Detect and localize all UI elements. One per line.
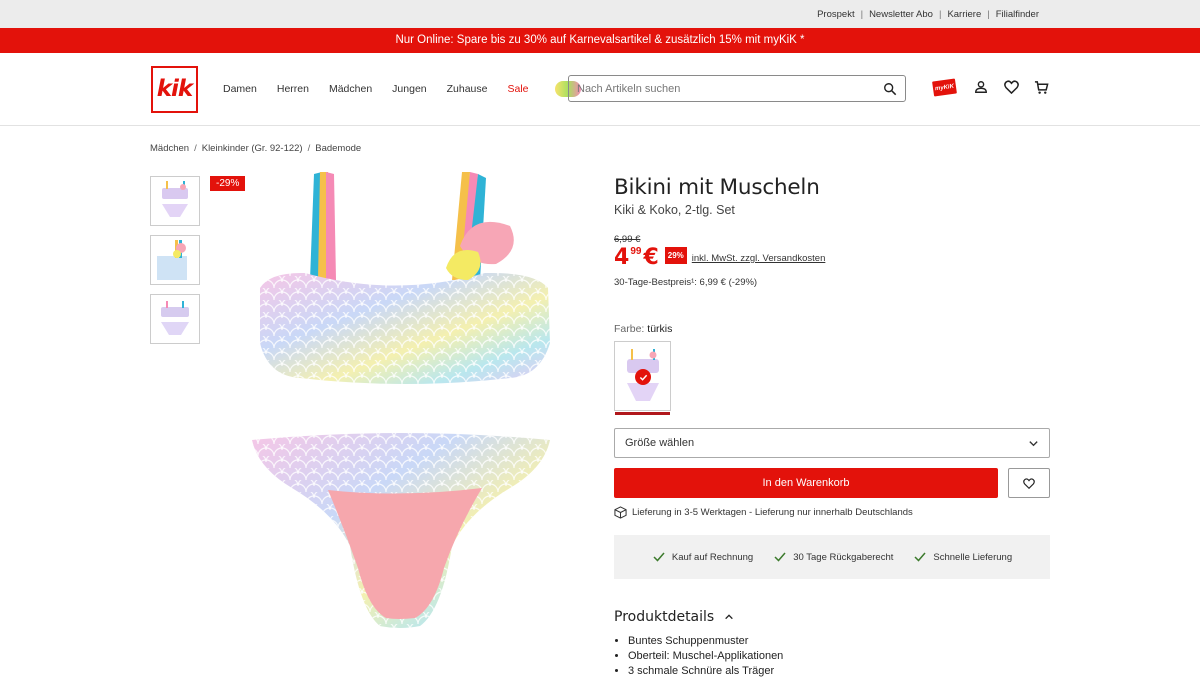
search-icon[interactable] [883, 82, 897, 96]
add-to-cart-button[interactable]: In den Warenkorb [614, 468, 998, 498]
nav-item-damen[interactable]: Damen [223, 83, 257, 95]
product-title: Bikini mit Muscheln [614, 175, 820, 200]
best-price-note: 30-Tage-Bestpreis¹: 6,99 € (-29%) [614, 277, 758, 288]
bikini-back-thumbnail-image [161, 301, 189, 335]
chevron-up-icon [725, 614, 734, 620]
thumbnail-1[interactable] [150, 176, 200, 226]
benefit-label: Schnelle Lieferung [933, 551, 1013, 563]
kik-logo[interactable]: kik [151, 65, 198, 113]
list-item: Buntes Schuppenmuster [628, 634, 1050, 649]
cart-row: In den Warenkorb [614, 468, 1050, 498]
breadcrumb-item[interactable]: Mädchen [150, 143, 189, 154]
benefit-label: 30 Tage Rückgaberecht [793, 551, 894, 563]
nav-item-sale[interactable]: Sale [508, 83, 529, 95]
utility-link-prospekt[interactable]: Prospekt [811, 9, 861, 20]
nav-item-herren[interactable]: Herren [277, 83, 309, 95]
delivery-info: Lieferung in 3-5 Werktagen - Lieferung n… [614, 506, 1050, 519]
color-label: Farbe: türkis [614, 323, 1050, 335]
color-value: türkis [647, 323, 673, 335]
benefit-item: 30 Tage Rückgaberecht [773, 550, 893, 564]
mykik-card-text: myKiK [934, 82, 955, 92]
price-currency: € [643, 245, 659, 270]
old-price: 6,99 € [614, 234, 641, 245]
price-cents: 99 [630, 246, 642, 257]
promo-banner[interactable]: Nur Online: Spare bis zu 30% auf Karneva… [0, 28, 1200, 53]
benefits-box: Kauf auf Rechnung 30 Tage Rückgaberecht … [614, 535, 1050, 579]
header-actions: myKiK [932, 77, 1063, 97]
check-icon [914, 552, 926, 562]
product-details-heading: Produktdetails [614, 609, 715, 625]
product-image[interactable] [210, 168, 595, 668]
check-icon [774, 552, 786, 562]
utility-link-karriere[interactable]: Karriere [941, 9, 987, 20]
account-icon[interactable] [973, 79, 989, 95]
size-select[interactable]: Größe wählen [614, 428, 1050, 458]
site-header: kik Damen Herren Mädchen Jungen Zuhause … [0, 53, 1200, 126]
bikini-detail-thumbnail-image [157, 240, 187, 280]
breadcrumb-separator: / [307, 143, 311, 154]
breadcrumb-item[interactable]: Kleinkinder (Gr. 92-122) [202, 143, 303, 154]
price-main: 4 [614, 245, 630, 270]
chevron-down-icon [1029, 440, 1038, 446]
discount-badge: -29% [210, 176, 246, 191]
product-details-list: Buntes Schuppenmuster Oberteil: Muschel-… [614, 634, 1050, 679]
package-icon [614, 506, 627, 519]
breadcrumb: Mädchen / Kleinkinder (Gr. 92-122) / Bad… [150, 143, 361, 154]
benefit-item: Kauf auf Rechnung [652, 550, 753, 564]
breadcrumb-separator: / [194, 143, 197, 154]
product-subtitle: Kiki & Koko, 2-tlg. Set [614, 203, 735, 217]
product-info: Bikini mit Muscheln Kiki & Koko, 2-tlg. … [614, 175, 1050, 679]
benefit-label: Kauf auf Rechnung [671, 551, 754, 563]
nav-item-maedchen[interactable]: Mädchen [329, 83, 372, 95]
benefit-item: Schnelle Lieferung [913, 550, 1012, 564]
nav-item-zuhause[interactable]: Zuhause [447, 83, 488, 95]
delivery-text: Lieferung in 3-5 Werktagen - Lieferung n… [632, 507, 913, 518]
nav-item-jungen[interactable]: Jungen [392, 83, 426, 95]
color-swatch-tuerkis[interactable] [614, 341, 671, 415]
utility-link-filialfinder[interactable]: Filialfinder [990, 9, 1045, 20]
main-nav: Damen Herren Mädchen Jungen Zuhause Sale [223, 81, 581, 97]
utility-bar: Prospekt | Newsletter Abo | Karriere | F… [0, 0, 1200, 28]
thumbnail-gallery [150, 176, 200, 353]
heart-icon [1023, 477, 1035, 489]
search-bar [568, 75, 906, 102]
logo-text: kik [156, 76, 193, 102]
price-row: 4 99 € 29% inkl. MwSt. zzgl. Versandkost… [614, 246, 1050, 270]
color-label-text: Farbe: [614, 323, 645, 335]
breadcrumb-item[interactable]: Bademode [315, 143, 361, 154]
thumbnail-2[interactable] [150, 235, 200, 285]
thumbnail-3[interactable] [150, 294, 200, 344]
mykik-card-icon[interactable]: myKiK [932, 77, 957, 97]
list-item: 3 schmale Schnüre als Träger [628, 664, 1050, 679]
bikini-thumbnail-image [162, 181, 188, 217]
cart-icon[interactable] [1033, 79, 1049, 95]
utility-link-newsletter[interactable]: Newsletter Abo [863, 9, 939, 20]
search-input[interactable] [577, 82, 883, 95]
price-discount-badge: 29% [664, 247, 687, 264]
wishlist-icon[interactable] [1003, 79, 1019, 95]
add-to-wishlist-button[interactable] [1008, 468, 1050, 498]
check-icon [653, 552, 665, 562]
size-select-label: Größe wählen [625, 437, 695, 449]
selected-check-icon [635, 369, 651, 385]
list-item: Oberteil: Muschel-Applikationen [628, 649, 1050, 664]
product-details-toggle[interactable]: Produktdetails [614, 609, 1050, 625]
tax-shipping-link[interactable]: inkl. MwSt. zzgl. Versandkosten [692, 253, 826, 264]
